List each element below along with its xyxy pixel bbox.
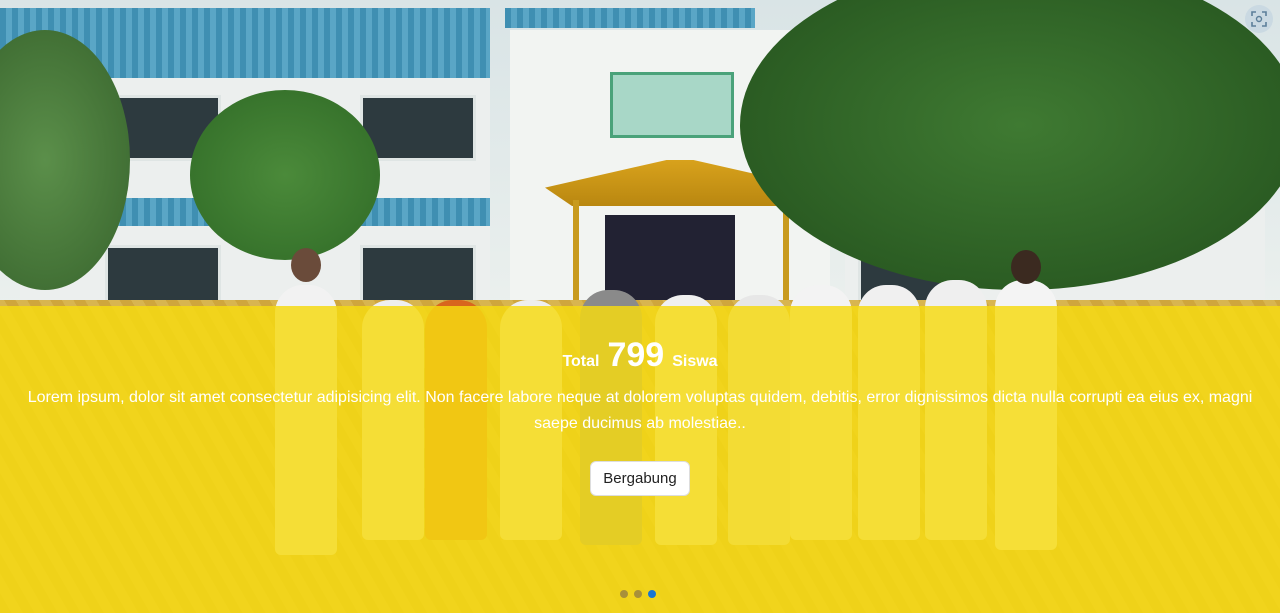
tree	[190, 90, 380, 260]
carousel-caption: Total 799 Siswa Lorem ipsum, dolor sit a…	[0, 336, 1280, 496]
total-prefix: Total	[562, 353, 600, 370]
screen-capture-icon[interactable]	[1245, 5, 1273, 33]
school-roof-center	[505, 8, 755, 28]
carousel-indicators	[620, 590, 656, 598]
carousel-indicator-3[interactable]	[648, 590, 656, 598]
join-button[interactable]: Bergabung	[590, 461, 690, 496]
carousel-indicator-1[interactable]	[620, 590, 628, 598]
school-window	[105, 245, 221, 306]
carousel-indicator-2[interactable]	[634, 590, 642, 598]
total-count: 799	[607, 336, 665, 374]
hero-description: Lorem ipsum, dolor sit amet consectetur …	[27, 389, 1253, 432]
total-suffix: Siswa	[672, 353, 718, 370]
hero-carousel: Total 799 Siswa Lorem ipsum, dolor sit a…	[0, 0, 1280, 613]
school-window	[360, 245, 476, 306]
canopy-pillar	[573, 200, 579, 300]
person-head	[291, 248, 321, 282]
screen-capture-glyph	[1251, 11, 1267, 27]
welcome-sign	[610, 72, 734, 138]
student-total: Total 799 Siswa	[0, 336, 1280, 375]
person-head	[1011, 250, 1041, 284]
school-window	[360, 95, 476, 161]
